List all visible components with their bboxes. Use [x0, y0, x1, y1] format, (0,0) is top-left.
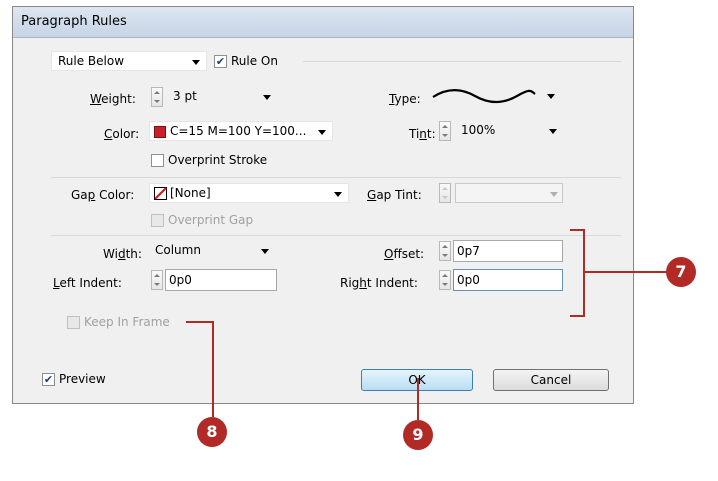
callout-badge-7: 7 — [666, 257, 696, 287]
callout-badge-9: 9 — [403, 420, 433, 450]
callout-badge-8: 8 — [197, 417, 227, 447]
callout-lines — [186, 229, 667, 420]
